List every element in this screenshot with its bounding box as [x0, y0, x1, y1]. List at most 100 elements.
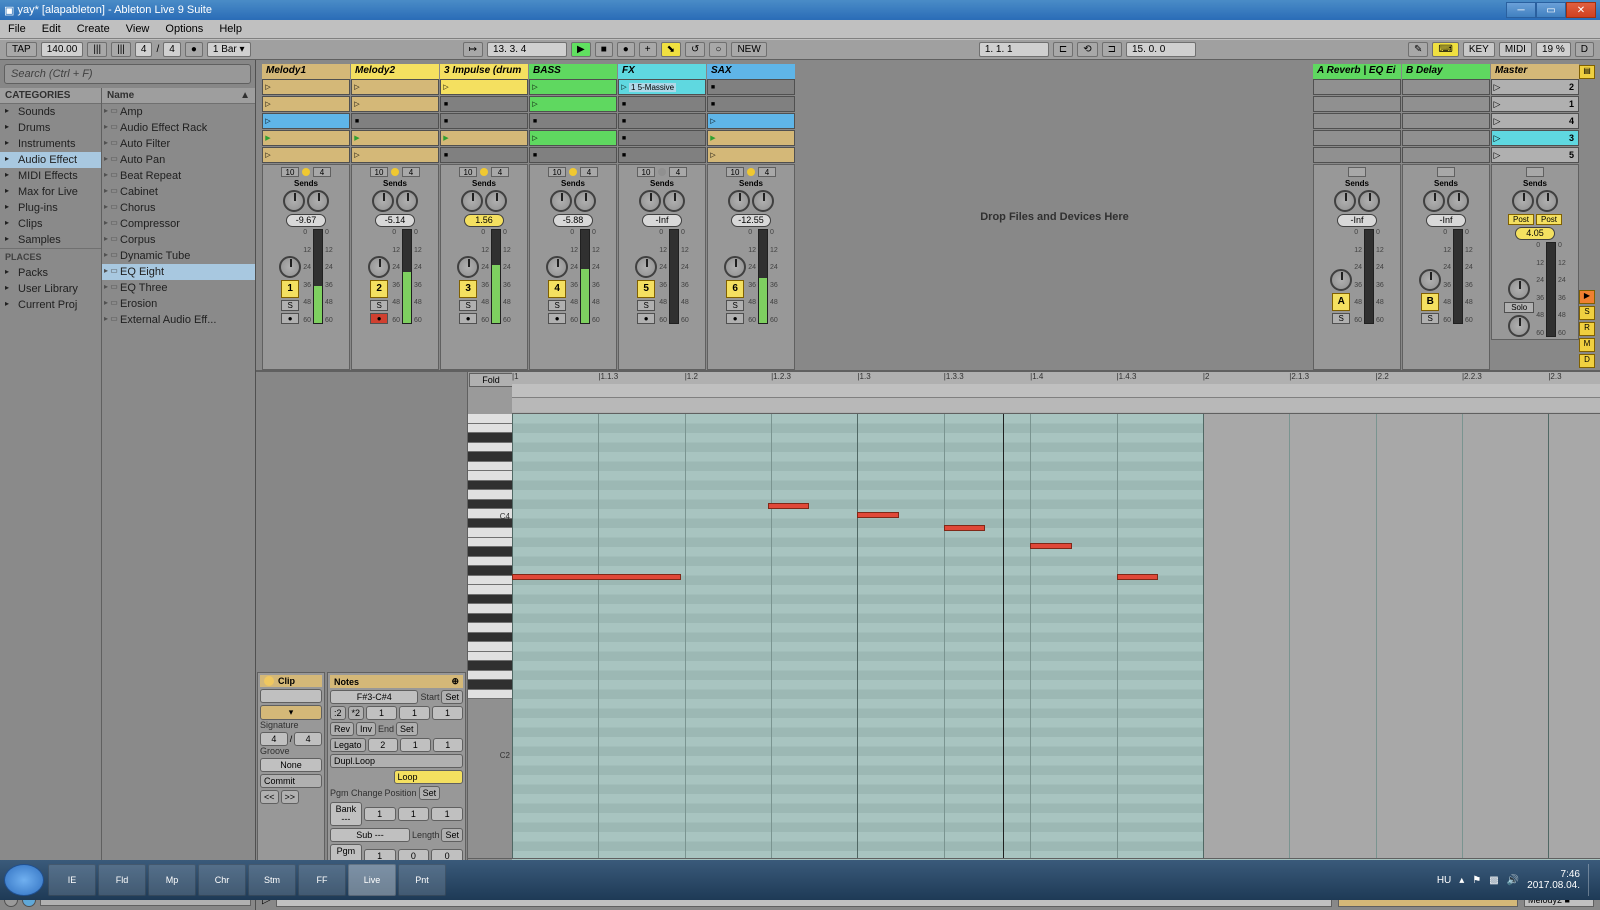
clip-slot-0[interactable]: ▷ [351, 79, 439, 95]
clip-slot-2[interactable]: ■ [351, 113, 439, 129]
volume-value[interactable]: -12.55 [731, 214, 771, 227]
track-header[interactable]: FX [618, 64, 706, 79]
clip-slot-0[interactable]: ▷ [440, 79, 528, 95]
clip-slot-4[interactable]: ▷ [351, 147, 439, 163]
stop-button[interactable]: ■ [595, 42, 613, 57]
pan-knob[interactable] [279, 256, 301, 278]
reenable-auto[interactable]: ↺ [685, 42, 705, 57]
tray-network-icon[interactable]: ▩ [1489, 875, 1498, 886]
scrub-area[interactable] [512, 398, 1600, 412]
minimize-button[interactable]: ─ [1506, 2, 1536, 18]
device-eq-three[interactable]: EQ Three [102, 280, 255, 296]
scene-slot-0[interactable]: ▷2 [1491, 79, 1579, 95]
nav-back[interactable]: << [260, 790, 279, 804]
metronome-button[interactable]: ● [185, 42, 203, 57]
scene-slot-3[interactable]: ▷3 [1491, 130, 1579, 146]
clip-slot-0[interactable]: ■ [707, 79, 795, 95]
loop-button[interactable]: Loop [394, 770, 464, 784]
punch-out[interactable]: ⊐ [1102, 42, 1122, 57]
start-beat[interactable]: 1 [399, 706, 430, 720]
menu-edit[interactable]: Edit [42, 23, 61, 35]
clip-slot-3[interactable]: ▶ [262, 130, 350, 146]
send-b-knob[interactable] [752, 190, 774, 212]
clock-time[interactable]: 7:46 [1527, 869, 1580, 880]
device-auto-pan[interactable]: Auto Pan [102, 152, 255, 168]
send-a-knob[interactable] [372, 190, 394, 212]
start-button[interactable] [4, 864, 44, 896]
loop-brace[interactable] [512, 384, 1600, 398]
device-eq-eight[interactable]: EQ Eight [102, 264, 255, 280]
volume-value[interactable]: -Inf [1337, 214, 1377, 227]
track-header[interactable]: 3 Impulse (drum [440, 64, 528, 79]
fold-button[interactable]: Fold [469, 373, 513, 387]
midi-map[interactable]: MIDI [1499, 42, 1532, 57]
io-select[interactable] [1526, 167, 1544, 177]
solo-button[interactable]: S [1421, 313, 1439, 324]
category-drums[interactable]: Drums [0, 120, 101, 136]
solo-button[interactable]: S [1332, 313, 1350, 324]
category-plug-ins[interactable]: Plug-ins [0, 200, 101, 216]
rev-button[interactable]: Rev [330, 722, 354, 736]
show-desktop[interactable] [1588, 864, 1596, 896]
clip-slot-4[interactable]: ■ [618, 147, 706, 163]
dupl-loop-button[interactable]: Dupl.Loop [330, 754, 463, 768]
track-activator[interactable]: 6 [726, 280, 744, 298]
groove-select[interactable]: None [260, 758, 322, 772]
end-16[interactable]: 1 [433, 738, 463, 752]
solo-button[interactable]: S [281, 300, 299, 311]
mul2[interactable]: *2 [348, 706, 365, 720]
clip-slot-3[interactable]: ▶ [707, 130, 795, 146]
pos-bar[interactable]: 1 [364, 807, 396, 821]
solo-button[interactable]: S [637, 300, 655, 311]
track-activator[interactable]: 1 [281, 280, 299, 298]
overdub-button[interactable]: + [639, 42, 657, 57]
notes-expand-icon[interactable]: ⊕ [451, 676, 459, 687]
track-header[interactable]: Melody1 [262, 64, 350, 79]
volume-value[interactable]: -Inf [1426, 214, 1466, 227]
send-a-knob[interactable] [1512, 190, 1534, 212]
arm-button[interactable]: ● [281, 313, 299, 324]
legato-button[interactable]: Legato [330, 738, 366, 752]
menu-file[interactable]: File [8, 23, 26, 35]
clip-slot-4[interactable]: ■ [529, 147, 617, 163]
session-arrange-toggle[interactable]: ▶ [1579, 290, 1595, 304]
device-compressor[interactable]: Compressor [102, 216, 255, 232]
send-b-knob[interactable] [396, 190, 418, 212]
commit-button[interactable]: Commit [260, 774, 322, 788]
language-indicator[interactable]: HU [1437, 875, 1451, 886]
solo-button[interactable]: S [459, 300, 477, 311]
place-packs[interactable]: Packs [0, 265, 101, 281]
track-header[interactable]: BASS [529, 64, 617, 79]
send-b-knob[interactable] [307, 190, 329, 212]
draw-mode[interactable]: ✎ [1408, 42, 1428, 57]
io-in[interactable]: 10 [548, 167, 566, 177]
clip-slot-1[interactable]: ■ [707, 96, 795, 112]
category-instruments[interactable]: Instruments [0, 136, 101, 152]
category-audio-effect[interactable]: Audio Effect [0, 152, 101, 168]
div2[interactable]: :2 [330, 706, 346, 720]
menu-help[interactable]: Help [219, 23, 242, 35]
taskbar-app-pnt[interactable]: Pnt [398, 864, 446, 896]
key-map[interactable]: KEY [1463, 42, 1495, 57]
io-ch[interactable]: 4 [313, 167, 331, 177]
pos-set[interactable]: Set [419, 786, 441, 800]
nav-fwd[interactable]: >> [281, 790, 300, 804]
midi-note[interactable] [1117, 574, 1158, 580]
io-in[interactable]: 10 [370, 167, 388, 177]
device-amp[interactable]: Amp [102, 104, 255, 120]
device-chorus[interactable]: Chorus [102, 200, 255, 216]
arm-button[interactable]: ● [459, 313, 477, 324]
io-ch[interactable]: 4 [491, 167, 509, 177]
volume-value[interactable]: -5.14 [375, 214, 415, 227]
device-auto-filter[interactable]: Auto Filter [102, 136, 255, 152]
solo-button[interactable]: Solo [1504, 302, 1534, 313]
send-a-knob[interactable] [728, 190, 750, 212]
clip-slot-2[interactable]: ▷ [262, 113, 350, 129]
clip-slot-0[interactable]: ▷1 5-Massive [618, 79, 706, 95]
track-header[interactable]: B Delay [1402, 64, 1490, 79]
len-set[interactable]: Set [441, 828, 463, 842]
io-toggle[interactable]: ▤ [1579, 65, 1595, 79]
track-header[interactable]: A Reverb | EQ Ei [1313, 64, 1401, 79]
pan-knob[interactable] [1330, 269, 1352, 291]
pan-knob[interactable] [1508, 278, 1530, 300]
